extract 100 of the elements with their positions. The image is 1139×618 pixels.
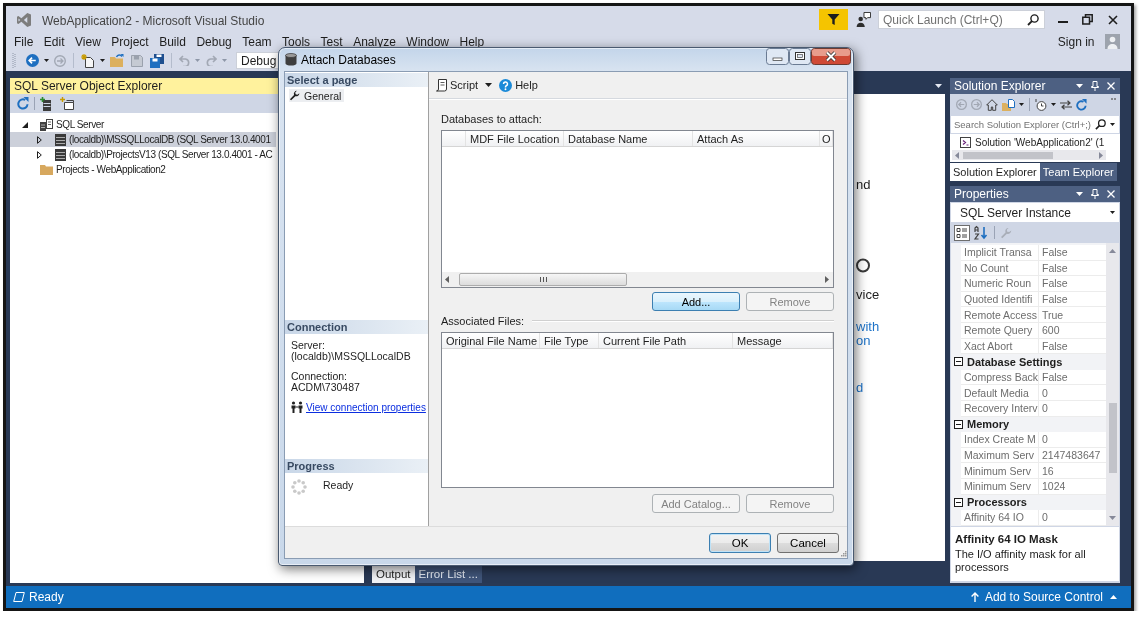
dropdown-caret-icon[interactable]	[935, 84, 942, 88]
horizontal-scrollbar[interactable]	[952, 150, 1106, 160]
caret-icon[interactable]	[485, 83, 493, 87]
column-header[interactable]: Attach As	[693, 131, 820, 146]
menu-item[interactable]: Build	[159, 34, 186, 49]
resize-grip-icon[interactable]	[840, 550, 847, 557]
scroll-down-icon[interactable]	[1109, 516, 1116, 520]
clock-icon[interactable]	[1035, 98, 1047, 111]
expanded-arrow-icon[interactable]	[21, 121, 28, 128]
caret-icon[interactable]	[1110, 123, 1115, 126]
menu-item[interactable]: Team	[242, 34, 272, 49]
scroll-up-icon[interactable]	[1109, 249, 1116, 253]
property-value[interactable]: 16	[1039, 463, 1106, 479]
column-header[interactable]: O	[820, 131, 833, 146]
data-grid[interactable]: MDF File Location Database Name Attach As O	[441, 130, 834, 288]
dropdown-caret-icon[interactable]	[1076, 192, 1083, 196]
sign-in-link[interactable]: Sign in	[1057, 34, 1095, 49]
caret-icon[interactable]	[1110, 211, 1115, 214]
home-icon[interactable]	[986, 98, 998, 111]
pin-icon[interactable]	[1091, 189, 1099, 199]
caret-icon[interactable]	[100, 59, 105, 62]
link[interactable]: d	[856, 381, 864, 395]
link[interactable]: on	[856, 334, 871, 348]
property-value[interactable]: False	[1039, 369, 1106, 386]
property-value[interactable]: True	[1039, 307, 1106, 323]
open-folder-icon[interactable]	[110, 54, 124, 67]
restore-icon[interactable]	[1082, 14, 1093, 25]
horizontal-scrollbar[interactable]	[442, 272, 833, 287]
scrollbar-thumb[interactable]	[459, 273, 627, 286]
sync-icon[interactable]	[1060, 99, 1072, 110]
column-header[interactable]: Message	[733, 333, 833, 348]
tree-item[interactable]: (localdb)\ProjectsV13 (SQL Server 13.0.4001 - AC	[10, 147, 276, 162]
dropdown-caret-icon[interactable]	[1076, 84, 1083, 88]
menu-item[interactable]: Window	[406, 34, 449, 49]
column-header[interactable]: Current File Path	[599, 333, 733, 348]
column-header[interactable]: MDF File Location	[466, 131, 564, 146]
menu-item[interactable]: Analyze	[353, 34, 396, 49]
pin-icon[interactable]	[1091, 81, 1099, 91]
tree-item[interactable]: (localdb)\MSSQLLocalDB (SQL Server 13.0.4001	[10, 132, 276, 147]
link[interactable]: with	[856, 320, 880, 334]
page-item[interactable]: General	[289, 89, 345, 102]
scroll-right-icon[interactable]	[825, 276, 829, 283]
feedback-icon[interactable]	[856, 12, 871, 27]
property-value[interactable]: False	[1039, 245, 1106, 261]
dialog-button[interactable]: Add...	[652, 292, 740, 311]
dialog-button[interactable]: Cancel	[777, 532, 839, 553]
collapsed-arrow-icon[interactable]	[37, 135, 42, 144]
menu-item[interactable]: Edit	[43, 34, 65, 49]
property-value[interactable]: False	[1039, 276, 1106, 292]
new-group-icon[interactable]	[60, 97, 74, 110]
help-button[interactable]: Help	[499, 78, 538, 92]
menu-item[interactable]: File	[14, 34, 34, 49]
menu-item[interactable]: Help	[459, 34, 485, 49]
collapse-box-icon[interactable]	[954, 497, 963, 507]
sort-icon[interactable]	[973, 224, 989, 241]
close-icon[interactable]	[1108, 14, 1118, 25]
property-value[interactable]: 0	[1039, 432, 1106, 448]
grip-icon[interactable]	[12, 53, 16, 68]
collapse-box-icon[interactable]	[954, 419, 963, 429]
save-all-icon[interactable]	[150, 53, 164, 68]
menu-item[interactable]: Tools	[282, 34, 311, 49]
tree-item[interactable]: SQL Server	[10, 117, 276, 132]
categorized-icon[interactable]	[954, 224, 970, 241]
quick-launch-field[interactable]: Quick Launch (Ctrl+Q)	[878, 10, 1045, 29]
property-value[interactable]: 0	[1039, 385, 1106, 401]
source-control-link[interactable]: Add to Source Control	[984, 590, 1103, 604]
up-arrow-icon[interactable]	[970, 592, 979, 602]
vertical-scrollbar[interactable]	[1106, 243, 1119, 526]
panel-tab[interactable]: Solution Explorer	[950, 163, 1040, 181]
scroll-left-icon[interactable]	[955, 151, 959, 159]
caret-icon[interactable]	[1051, 103, 1056, 106]
collapse-box-icon[interactable]	[954, 357, 963, 367]
minimize-icon[interactable]	[1058, 20, 1068, 23]
add-server-icon[interactable]	[40, 96, 51, 111]
menu-item[interactable]: Test	[320, 34, 343, 49]
maximize-icon[interactable]	[789, 48, 811, 65]
property-value[interactable]: 0	[1039, 510, 1106, 526]
scroll-right-icon[interactable]	[1099, 151, 1103, 159]
caret-icon[interactable]	[44, 59, 49, 62]
close-icon[interactable]	[811, 48, 851, 65]
funnel-icon[interactable]	[819, 9, 848, 30]
search-field[interactable]: Search Solution Explorer (Ctrl+;)	[950, 115, 1120, 134]
column-header[interactable]: Database Name	[564, 131, 693, 146]
connection-properties-link[interactable]: View connection properties	[306, 401, 426, 413]
script-button[interactable]: Script	[435, 78, 479, 92]
collapsed-arrow-icon[interactable]	[37, 150, 42, 159]
menu-item[interactable]: View	[75, 34, 101, 49]
new-item-icon[interactable]	[81, 53, 95, 68]
caret-up-icon[interactable]	[1110, 595, 1117, 599]
refresh-icon[interactable]	[17, 97, 29, 110]
scrollbar-thumb[interactable]	[1108, 403, 1117, 473]
caret-icon[interactable]	[1019, 103, 1024, 106]
column-header[interactable]: File Type	[540, 333, 599, 348]
menu-item[interactable]: Project	[111, 34, 149, 49]
scroll-left-icon[interactable]	[445, 276, 449, 283]
data-grid[interactable]: Original File Name File Type Current File Path Message	[441, 332, 834, 488]
tree-item[interactable]: Projects - WebApplication2	[10, 162, 276, 177]
scrollbar-thumb[interactable]	[963, 151, 1053, 159]
panel-tab[interactable]: Team Explorer	[1039, 163, 1117, 181]
search-icon[interactable]	[1027, 13, 1039, 26]
